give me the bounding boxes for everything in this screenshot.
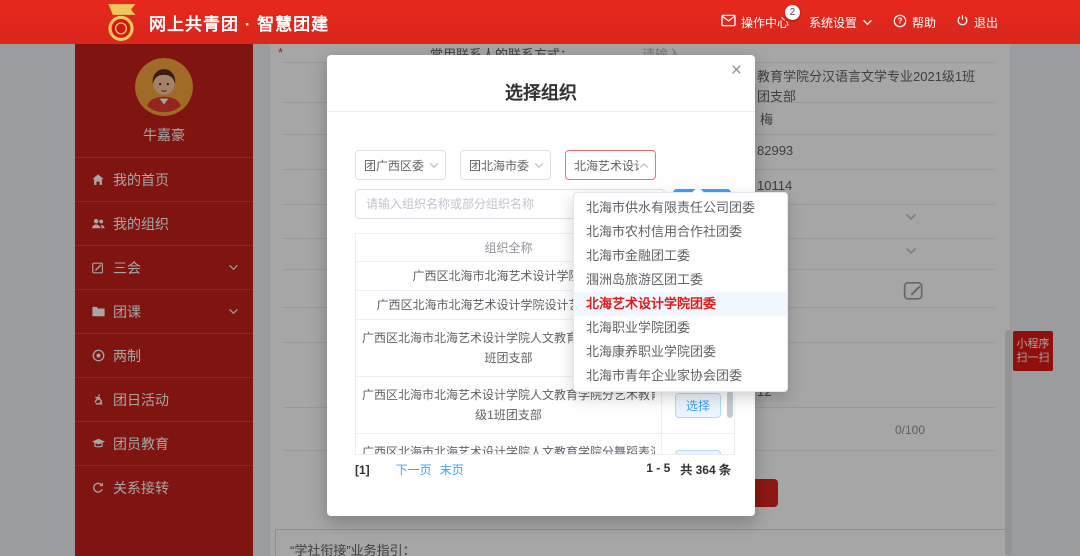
city-select-value: 团北海市委	[469, 157, 534, 174]
app-title: 网上共青团 · 智慧团建	[149, 10, 329, 35]
logout-button[interactable]: 退出	[956, 14, 998, 31]
dropdown-option[interactable]: 北海市供水有限责任公司团委	[574, 196, 787, 220]
action-center-label: 操作中心	[741, 14, 789, 31]
dropdown-option[interactable]: 北海市青年企业家协会团委	[574, 364, 787, 388]
modal-title: 选择组织	[327, 79, 755, 105]
question-circle-icon: ?	[893, 14, 907, 31]
dropdown-option[interactable]: 北海艺术设计学院团委	[574, 292, 787, 316]
app-window: 网上共青团 · 智慧团建 操作中心 2 系统设置 ? 帮助	[0, 0, 1080, 556]
province-select-value: 团广西区委	[364, 157, 429, 174]
org-name-line: 广西区北海市北海艺术设计学院人文教育学院分舞蹈表演专业2021	[362, 442, 655, 455]
logout-label: 退出	[974, 14, 998, 31]
dropdown-option[interactable]: 北海职业学院团委	[574, 316, 787, 340]
select-row-button[interactable]: 选择	[675, 450, 721, 456]
dropdown-option[interactable]: 北海市金融团工委	[574, 244, 787, 268]
page-range: 1 - 5	[646, 461, 670, 478]
org-level-selects: 团广西区委 团北海市委 北海艺术设计学院团委	[355, 150, 656, 180]
league-emblem-logo	[103, 3, 139, 43]
dropdown-option[interactable]: 北海市农村信用合作社团委	[574, 220, 787, 244]
chevron-down-icon	[862, 15, 873, 29]
chevron-down-icon	[429, 162, 439, 169]
city-select[interactable]: 团北海市委	[460, 150, 551, 180]
current-page: [1]	[355, 463, 370, 477]
county-select-dropdown: 北海市供水有限责任公司团委北海市农村信用合作社团委北海市金融团工委涠洲岛旅游区团…	[573, 192, 788, 392]
chevron-down-icon	[534, 162, 544, 169]
action-center-button[interactable]: 操作中心 2	[721, 14, 789, 31]
county-select-value: 北海艺术设计学院团委	[574, 157, 639, 174]
help-button[interactable]: ? 帮助	[893, 14, 936, 31]
total-count: 共 364 条	[680, 461, 731, 478]
province-select[interactable]: 团广西区委	[355, 150, 446, 180]
dropdown-option[interactable]: 北海康养职业学院团委	[574, 340, 787, 364]
select-row-button[interactable]: 选择	[675, 393, 721, 418]
table-row: 广西区北海市北海艺术设计学院人文教育学院分舞蹈表演专业2021级1班团支部选择	[356, 434, 734, 455]
org-name-line: 班团支部	[484, 348, 532, 368]
next-page-link[interactable]: 下一页	[396, 461, 432, 478]
pagination: [1] 下一页 末页 1 - 5 共 364 条	[355, 461, 731, 478]
system-settings-label: 系统设置	[809, 14, 857, 31]
county-select[interactable]: 北海艺术设计学院团委	[565, 150, 656, 180]
close-icon[interactable]: ×	[731, 61, 742, 80]
help-label: 帮助	[912, 14, 936, 31]
svg-text:?: ?	[898, 16, 903, 25]
app-header: 网上共青团 · 智慧团建 操作中心 2 系统设置 ? 帮助	[0, 0, 1080, 44]
last-page-link[interactable]: 末页	[440, 461, 464, 478]
notification-badge: 2	[785, 5, 800, 20]
header-nav: 操作中心 2 系统设置 ? 帮助 退出	[721, 14, 998, 31]
mail-icon	[721, 14, 736, 30]
table-scrollbar[interactable]	[727, 391, 733, 418]
org-name-line: 级1班团支部	[475, 405, 542, 425]
system-settings-button[interactable]: 系统设置	[809, 14, 873, 31]
dropdown-option[interactable]: 涠洲岛旅游区团工委	[574, 268, 787, 292]
org-name-cell: 广西区北海市北海艺术设计学院人文教育学院分舞蹈表演专业2021级1班团支部	[356, 434, 662, 455]
chevron-up-icon	[639, 162, 649, 169]
power-icon	[956, 14, 969, 30]
